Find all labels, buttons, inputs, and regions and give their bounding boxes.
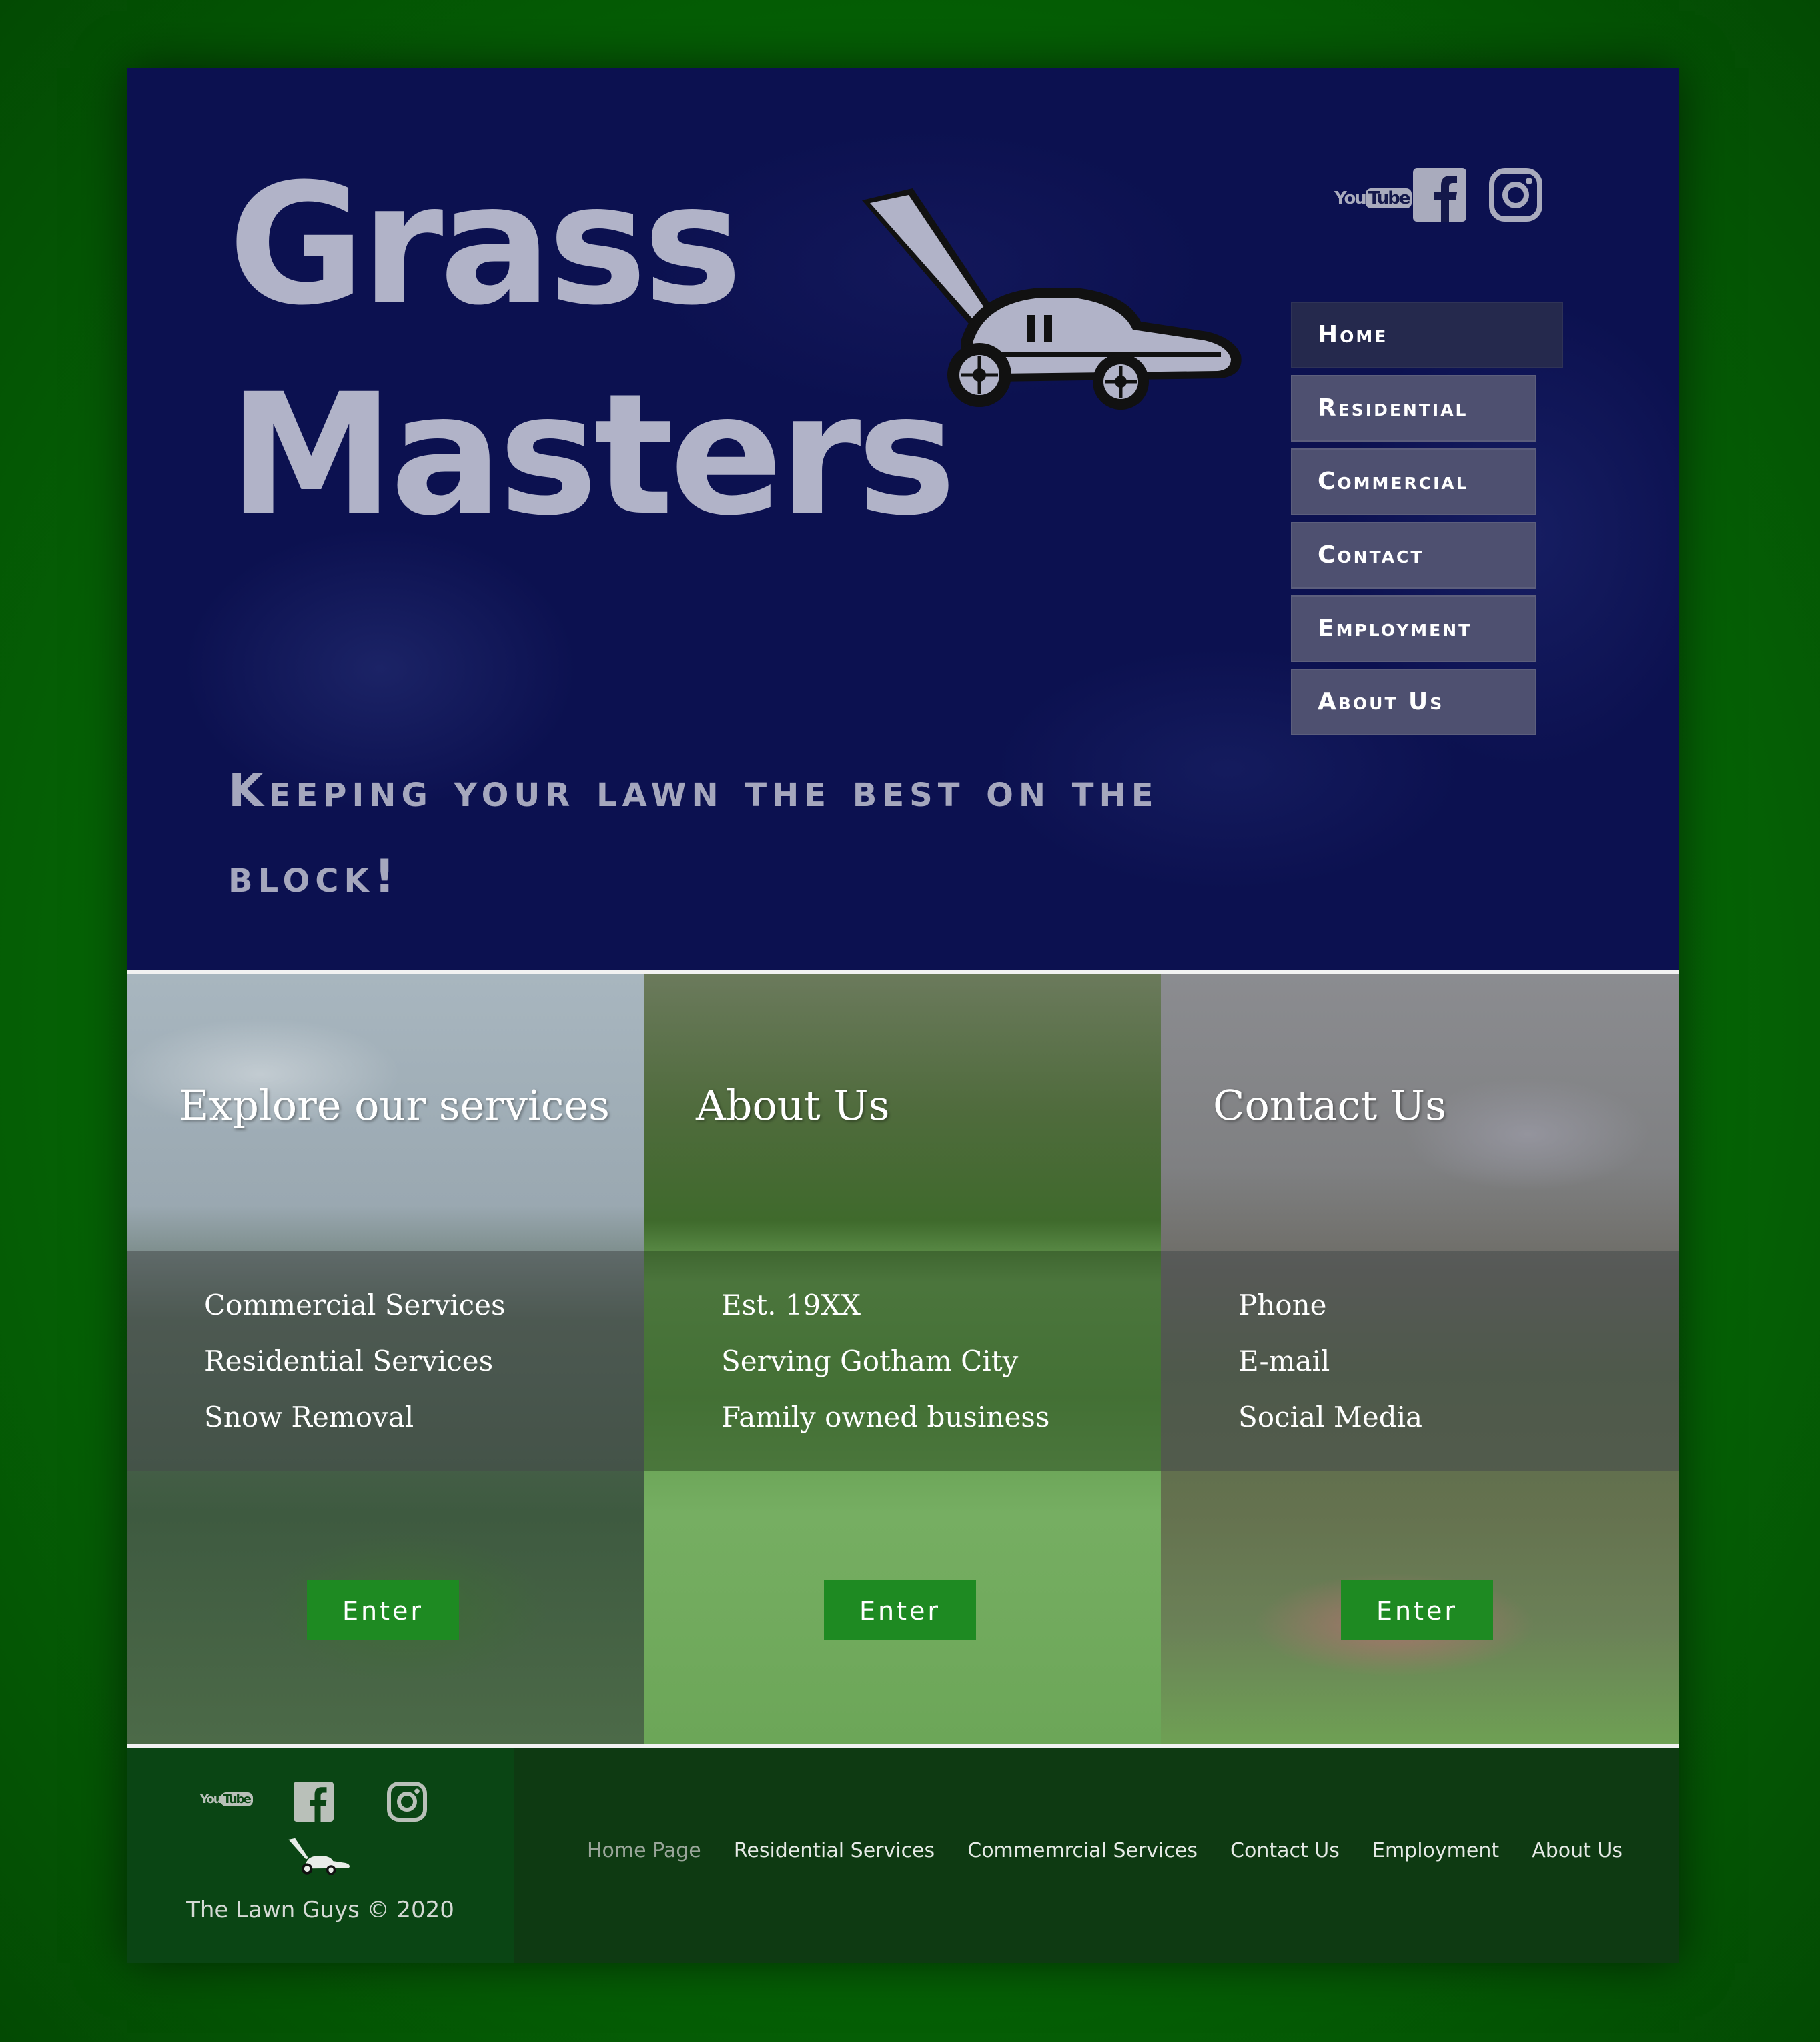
list-item: Est. 19XX bbox=[721, 1289, 861, 1321]
nav-employment[interactable]: Employment bbox=[1291, 595, 1536, 662]
youtube-text: You Tube bbox=[200, 1792, 253, 1806]
youtube-icon[interactable]: You Tube bbox=[1334, 188, 1412, 208]
list-item: Snow Removal bbox=[204, 1401, 414, 1433]
instagram-icon[interactable] bbox=[387, 1782, 427, 1822]
card-info-band: Commercial Services Residential Services… bbox=[127, 1251, 644, 1471]
card-title: Explore our services bbox=[179, 1081, 610, 1130]
instagram-icon[interactable] bbox=[1489, 168, 1542, 222]
youtube-text: You Tube bbox=[1334, 188, 1412, 208]
enter-button-contact[interactable]: Enter bbox=[1341, 1580, 1493, 1640]
nav-residential[interactable]: Residential bbox=[1291, 375, 1536, 442]
enter-button-services[interactable]: Enter bbox=[307, 1580, 459, 1640]
nav-about-us[interactable]: About Us bbox=[1291, 669, 1536, 735]
facebook-icon[interactable] bbox=[1413, 168, 1466, 222]
hero-section: Grass Masters Keeping your lawn the best… bbox=[127, 68, 1679, 970]
footer-nav: Home Page Residential Services Commemrci… bbox=[587, 1839, 1652, 1862]
footer: You Tube The Lawn Guys © 2020 Home Page … bbox=[127, 1748, 1679, 1963]
card-list: Est. 19XX Serving Gotham City Family own… bbox=[721, 1277, 1049, 1445]
services-card: Explore our services Commercial Services… bbox=[127, 974, 644, 1744]
card-list: Phone E-mail Social Media bbox=[1238, 1277, 1422, 1445]
list-item: Commercial Services bbox=[204, 1289, 506, 1321]
card-info-band: Phone E-mail Social Media bbox=[1161, 1251, 1679, 1471]
feature-cards: Explore our services Commercial Services… bbox=[127, 970, 1679, 1748]
list-item: Serving Gotham City bbox=[721, 1345, 1019, 1377]
facebook-icon[interactable] bbox=[294, 1782, 334, 1822]
list-item: Family owned business bbox=[721, 1401, 1050, 1433]
footer-brand-block: You Tube The Lawn Guys © 2020 bbox=[127, 1748, 514, 1963]
youtube-icon[interactable]: You Tube bbox=[200, 1792, 253, 1806]
card-list: Commercial Services Residential Services… bbox=[204, 1277, 506, 1445]
list-item: E-mail bbox=[1238, 1345, 1330, 1377]
list-item: Social Media bbox=[1238, 1401, 1423, 1433]
brand-title-line1: Grass bbox=[228, 147, 743, 342]
nav-home[interactable]: Home bbox=[1291, 302, 1563, 368]
contact-card: Contact Us Phone E-mail Social Media Ent… bbox=[1161, 974, 1679, 1744]
youtube-text-you: You bbox=[200, 1792, 222, 1806]
footer-social-links: You Tube bbox=[200, 1779, 454, 1826]
youtube-text-tube: Tube bbox=[1365, 188, 1412, 208]
list-item: Residential Services bbox=[204, 1345, 494, 1377]
copyright-text: The Lawn Guys © 2020 bbox=[186, 1897, 454, 1923]
lawn-mower-logo-icon bbox=[862, 188, 1242, 410]
footer-link-commercial[interactable]: Commemrcial Services bbox=[967, 1839, 1198, 1862]
footer-link-residential[interactable]: Residential Services bbox=[734, 1839, 935, 1862]
footer-link-employment[interactable]: Employment bbox=[1372, 1839, 1499, 1862]
social-links: You Tube bbox=[1334, 168, 1679, 235]
nav-commercial[interactable]: Commercial bbox=[1291, 448, 1536, 515]
youtube-text-tube: Tube bbox=[220, 1792, 253, 1806]
tagline: Keeping your lawn the best on the block! bbox=[228, 765, 1159, 903]
card-title: About Us bbox=[696, 1081, 890, 1130]
footer-link-contact[interactable]: Contact Us bbox=[1230, 1839, 1340, 1862]
lawn-mower-logo-icon bbox=[288, 1838, 350, 1875]
about-card: About Us Est. 19XX Serving Gotham City F… bbox=[644, 974, 1161, 1744]
main-nav: Home Residential Commercial Contact Empl… bbox=[1291, 302, 1571, 742]
footer-link-home[interactable]: Home Page bbox=[587, 1839, 701, 1862]
nav-contact[interactable]: Contact bbox=[1291, 522, 1536, 589]
list-item: Phone bbox=[1238, 1289, 1327, 1321]
card-info-band: Est. 19XX Serving Gotham City Family own… bbox=[644, 1251, 1161, 1471]
enter-button-about[interactable]: Enter bbox=[824, 1580, 976, 1640]
youtube-text-you: You bbox=[1334, 188, 1367, 208]
footer-link-about[interactable]: About Us bbox=[1532, 1839, 1623, 1862]
card-title: Contact Us bbox=[1213, 1081, 1446, 1130]
page-frame: Grass Masters Keeping your lawn the best… bbox=[127, 68, 1679, 1963]
brand-title-line2: Masters bbox=[228, 358, 956, 552]
